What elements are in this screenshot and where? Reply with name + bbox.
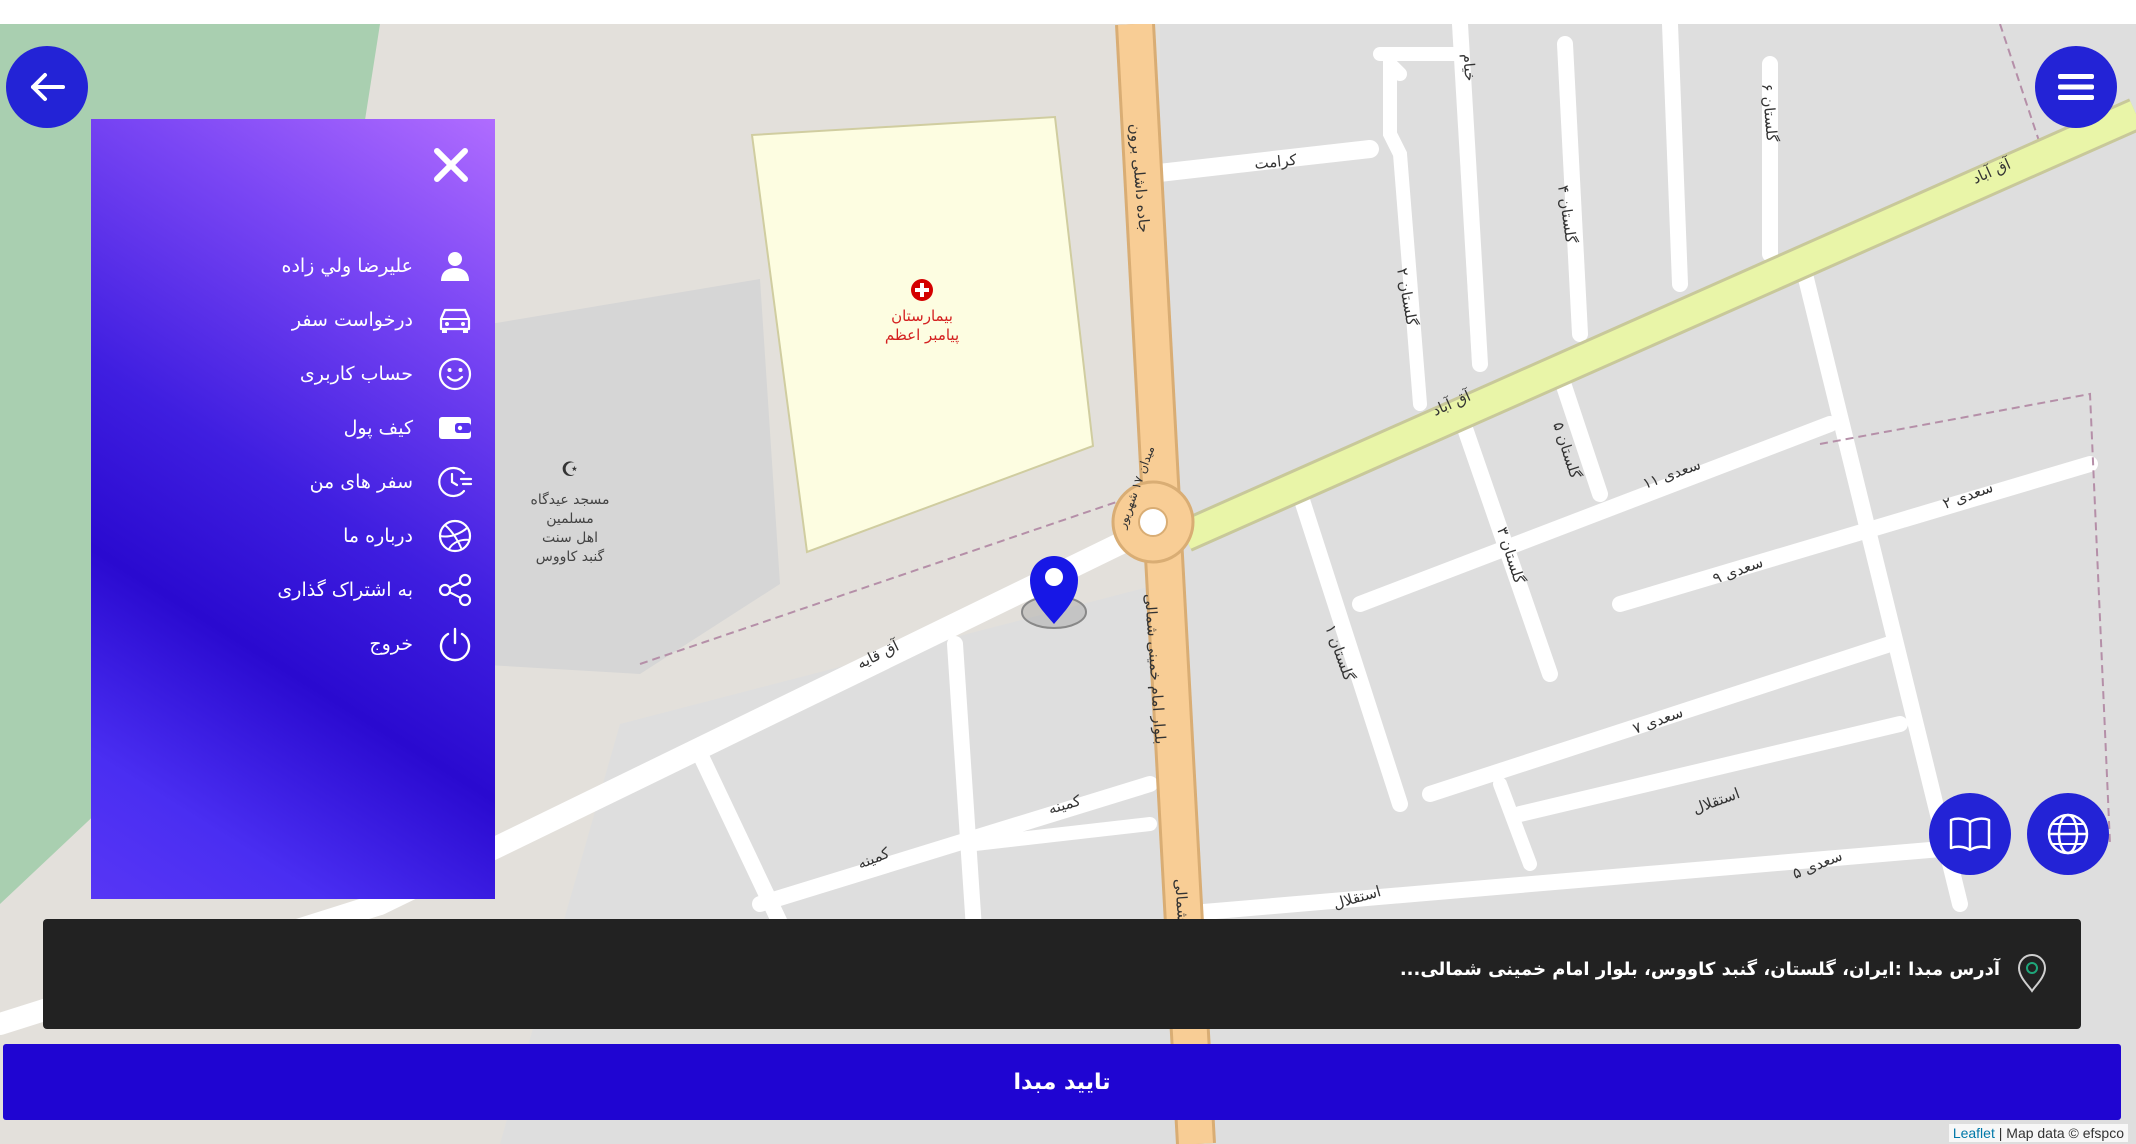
mosque-icon: ☪ — [561, 457, 579, 481]
globe-icon — [2047, 813, 2089, 855]
menu-item-label: کیف پول — [343, 417, 413, 439]
menu-item-about[interactable]: درباره ما — [343, 513, 475, 559]
menu-item-label: به اشتراک گذاری — [277, 579, 413, 601]
menu-item-label: درباره ما — [343, 525, 413, 547]
roundabout-center — [1138, 507, 1168, 537]
menu-item-logout[interactable]: خروج — [369, 621, 475, 667]
hospital-icon-cross-h — [915, 288, 929, 292]
share-icon — [435, 570, 475, 610]
confirm-origin-button[interactable]: تایید مبدا — [3, 1044, 2121, 1120]
attribution-text: | Map data © efspco — [1994, 1125, 2124, 1141]
hospital-label: بیمارستان — [891, 307, 953, 325]
menu-item-account[interactable]: حساب کاربری — [300, 351, 475, 397]
menu-item-label: درخواست سفر — [291, 309, 413, 331]
close-drawer-button[interactable] — [431, 145, 471, 185]
arrow-left-icon — [31, 73, 65, 101]
street-golestan-north — [1662, 24, 1688, 292]
language-button[interactable] — [2027, 793, 2109, 875]
clock-list-icon — [435, 462, 475, 502]
location-pin-icon — [2015, 953, 2049, 997]
menu-item-profile-name[interactable]: عليرضا ولي زاده — [281, 243, 475, 289]
guide-button[interactable] — [1929, 793, 2011, 875]
menu-item-request-trip[interactable]: درخواست سفر — [292, 297, 475, 343]
menu-button[interactable] — [2035, 46, 2117, 128]
map-attribution: Leaflet | Map data © efspco — [1948, 1124, 2128, 1142]
smiley-icon — [435, 354, 475, 394]
close-icon — [434, 148, 468, 182]
menu-item-wallet[interactable]: کیف پول — [344, 405, 475, 451]
street-label-shomali: شمالی — [1171, 878, 1192, 922]
mosque-label-2: مسلمین — [546, 511, 594, 527]
menu-item-my-trips[interactable]: سفر های من — [310, 459, 475, 505]
marker-dot — [1045, 568, 1063, 586]
side-drawer: عليرضا ولي زاده درخواست سفر حساب کاربری … — [91, 119, 495, 899]
origin-address-bar: آدرس مبدا :ایران، گلستان، گنبد کاووس، بل… — [43, 919, 2081, 1029]
menu-item-label: حساب کاربری — [299, 363, 413, 385]
book-icon — [1949, 817, 1991, 852]
mosque-label-3: اهل سنت — [542, 530, 598, 546]
menu-item-share[interactable]: به اشتراک گذاری — [277, 567, 475, 613]
menu-item-label: خروج — [369, 633, 413, 655]
hospital-label-2: پیامبر اعظم — [885, 326, 959, 345]
mosque-label-4: گنبد کاووس — [536, 548, 605, 565]
wallet-icon — [435, 408, 475, 448]
hamburger-icon — [2058, 74, 2094, 100]
back-button[interactable] — [6, 46, 88, 128]
dribbble-icon — [435, 516, 475, 556]
origin-address-text: آدرس مبدا :ایران، گلستان، گنبد کاووس، بل… — [1399, 959, 2000, 980]
car-icon — [435, 300, 475, 340]
street-label-kham: خیام — [1459, 53, 1479, 82]
leaflet-link[interactable]: Leaflet — [1953, 1125, 1995, 1141]
menu-item-label: عليرضا ولي زاده — [281, 255, 413, 277]
mosque-label: مسجد عیدگاه — [530, 491, 609, 508]
user-icon — [435, 246, 475, 286]
menu-item-label: سفر های من — [309, 471, 413, 493]
mosque-grounds — [470, 279, 780, 674]
confirm-origin-label: تایید مبدا — [1013, 1069, 1111, 1095]
power-icon — [435, 624, 475, 664]
